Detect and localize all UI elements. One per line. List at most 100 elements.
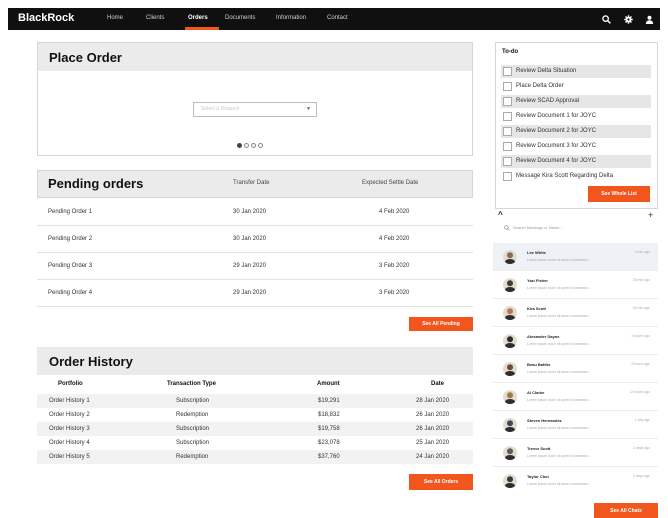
chat-preview: Lorem ipsum dolor sit amet consectetur..… xyxy=(527,482,591,486)
pending-order-name: Pending Order 3 xyxy=(48,263,93,269)
table-row[interactable]: Pending Order 1 30 Jan 2020 4 Feb 2020 xyxy=(37,199,473,226)
settle-date: 4 Feb 2020 xyxy=(379,209,410,215)
carousel-dot-3[interactable] xyxy=(251,143,256,148)
see-all-pending-button[interactable]: See All Pending xyxy=(409,317,473,331)
see-whole-list-button[interactable]: See Whole List xyxy=(588,186,650,202)
todo-label: Place Delta Order xyxy=(516,83,564,89)
nav-link-clients[interactable]: Clients xyxy=(146,15,164,21)
carousel-dot-1[interactable] xyxy=(237,143,242,148)
see-all-chats-button[interactable]: See All Chats xyxy=(594,503,658,518)
chat-name: Steven Hernandez xyxy=(527,418,562,423)
nav-link-contact[interactable]: Contact xyxy=(327,15,348,21)
list-item[interactable]: Yazí Fisher Lorem ipsum dolor sit amet c… xyxy=(493,271,658,299)
table-row[interactable]: Pending Order 3 29 Jan 2020 3 Feb 2020 xyxy=(37,253,473,280)
transfer-date: 29 Jan 2020 xyxy=(233,290,267,296)
brand-logo[interactable]: BlackRock xyxy=(18,12,74,24)
chat-time: 3 days ago xyxy=(632,474,650,478)
nav-link-orders[interactable]: Orders xyxy=(188,15,208,21)
table-row[interactable]: Pending Order 2 30 Jan 2020 4 Feb 2020 xyxy=(37,226,473,253)
todo-item[interactable]: Review Document 1 for JOYC xyxy=(501,110,651,123)
todo-checkbox[interactable] xyxy=(503,97,512,106)
settle-date: 3 Feb 2020 xyxy=(379,290,410,296)
avatar xyxy=(503,390,517,404)
list-item[interactable]: Alexander Dayne Lorem ipsum dolor sit am… xyxy=(493,327,658,355)
chat-preview: Lorem ipsum dolor sit amet consectetur..… xyxy=(527,398,591,402)
table-row[interactable]: Order History 1 Subscription $19,291 28 … xyxy=(37,394,473,408)
avatar-head xyxy=(507,476,513,483)
nav-link-home[interactable]: Home xyxy=(107,15,123,21)
history-portfolio: Order History 5 xyxy=(49,454,90,460)
todo-item[interactable]: Review Document 3 for JOYC xyxy=(501,140,651,153)
nav-link-documents[interactable]: Documents xyxy=(225,15,255,21)
carousel-dot-2[interactable] xyxy=(244,143,249,148)
avatar xyxy=(503,250,517,264)
avatar-head xyxy=(507,336,513,343)
chat-preview: Lorem ipsum dolor sit amet consectetur..… xyxy=(527,370,591,374)
history-amount: $19,758 xyxy=(318,426,340,432)
request-select[interactable]: Select a Request ▼ xyxy=(193,102,317,117)
see-all-orders-button[interactable]: See All Orders xyxy=(409,474,473,490)
table-row[interactable]: Order History 4 Subscription $23,078 25 … xyxy=(37,436,473,450)
column-header-portfolio: Portfolio xyxy=(58,381,83,387)
avatar-head xyxy=(507,420,513,427)
todo-checkbox[interactable] xyxy=(503,112,512,121)
list-item[interactable]: Beau Battler Lorem ipsum dolor sit amet … xyxy=(493,355,658,383)
todo-checkbox[interactable] xyxy=(503,172,512,181)
chat-time: 18 min ago xyxy=(632,278,650,282)
table-row[interactable]: Order History 3 Subscription $19,758 26 … xyxy=(37,422,473,436)
todo-item[interactable]: Review Document 2 for JOYC xyxy=(501,125,651,138)
nav-link-information[interactable]: Information xyxy=(276,15,306,21)
todo-label: Message Kira Scott Regarding Delta xyxy=(516,173,614,179)
plus-icon[interactable]: + xyxy=(648,210,653,220)
avatar xyxy=(503,362,517,376)
list-item[interactable]: Al Clarke Lorem ipsum dolor sit amet con… xyxy=(493,383,658,411)
list-item[interactable]: Taylor Choi Lorem ipsum dolor sit amet c… xyxy=(493,467,658,495)
search-icon[interactable] xyxy=(599,12,613,26)
chat-time: 2 min ago xyxy=(634,250,650,254)
todo-item[interactable]: Review Delta Situation xyxy=(501,65,651,78)
place-order-header: Place Order xyxy=(38,43,472,71)
chat-preview: Lorem ipsum dolor sit amet consectetur..… xyxy=(527,258,591,262)
list-item[interactable]: Trevor Scott Lorem ipsum dolor sit amet … xyxy=(493,439,658,467)
list-item[interactable]: Lee White Lorem ipsum dolor sit amet con… xyxy=(493,243,658,271)
top-nav-bar: BlackRock Home Clients Orders Documents … xyxy=(8,8,660,30)
list-item[interactable]: Kira Scott Lorem ipsum dolor sit amet co… xyxy=(493,299,658,327)
user-icon[interactable] xyxy=(642,12,656,26)
avatar xyxy=(503,278,517,292)
todo-item[interactable]: Review Document 4 for JOYC xyxy=(501,155,651,168)
todo-item[interactable]: Place Delta Order xyxy=(501,80,651,93)
history-portfolio: Order History 1 xyxy=(49,398,90,404)
history-type: Subscription xyxy=(176,440,210,446)
todo-checkbox[interactable] xyxy=(503,82,512,91)
chat-search-input[interactable]: Search Message or Name... xyxy=(503,222,653,234)
chat-name: Yazí Fisher xyxy=(527,278,548,283)
transfer-date: 29 Jan 2020 xyxy=(233,263,267,269)
pending-orders-panel: Pending orders Transfer Date Expected Se… xyxy=(37,170,473,335)
chat-time: 2 days ago xyxy=(632,446,650,450)
todo-label: Review Delta Situation xyxy=(516,68,577,74)
avatar xyxy=(503,474,517,488)
table-row[interactable]: Order History 2 Redemption $18,832 26 Ja… xyxy=(37,408,473,422)
carousel-pagination xyxy=(237,143,263,148)
todo-item[interactable]: Message Kira Scott Regarding Delta xyxy=(501,170,651,183)
table-row[interactable]: Pending Order 4 29 Jan 2020 3 Feb 2020 xyxy=(37,280,473,307)
gear-icon[interactable] xyxy=(621,12,635,26)
table-row[interactable]: Order History 5 Redemption $37,760 24 Ja… xyxy=(37,450,473,464)
carousel-dot-4[interactable] xyxy=(258,143,263,148)
todo-item[interactable]: Review SCAD Approval xyxy=(501,95,651,108)
request-select-placeholder: Select a Request xyxy=(201,106,240,112)
todo-checkbox[interactable] xyxy=(503,142,512,151)
history-portfolio: Order History 2 xyxy=(49,412,90,418)
avatar-head xyxy=(507,364,513,371)
list-item[interactable]: Steven Hernandez Lorem ipsum dolor sit a… xyxy=(493,411,658,439)
column-header-settle-date: Expected Settle Date xyxy=(362,180,419,186)
todo-checkbox[interactable] xyxy=(503,157,512,166)
chat-name: Kira Scott xyxy=(527,306,546,311)
chat-time: 45 min ago xyxy=(632,306,650,310)
todo-checkbox[interactable] xyxy=(503,67,512,76)
chat-time: 5 hours ago xyxy=(631,362,651,366)
todo-checkbox[interactable] xyxy=(503,127,512,136)
chat-name: Trevor Scott xyxy=(527,446,551,451)
chevron-up-icon[interactable]: ^ xyxy=(498,210,503,219)
search-icon xyxy=(504,225,510,231)
